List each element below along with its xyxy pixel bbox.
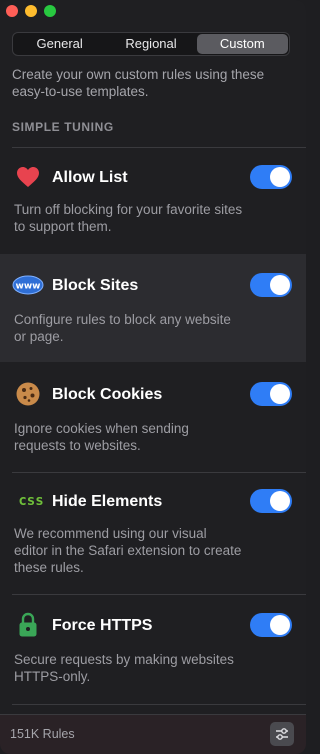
hide-elements-toggle[interactable] (250, 489, 292, 513)
heart-icon (14, 163, 42, 191)
divider (12, 704, 306, 705)
rule-description: Turn off blocking for your favorite site… (14, 202, 243, 234)
force-https-toggle[interactable] (250, 613, 292, 637)
rule-card-block-sites: www Block Sites Configure rules to block… (0, 254, 306, 362)
zoom-window-button[interactable] (44, 5, 56, 17)
minimize-window-button[interactable] (25, 5, 37, 17)
app-window: General Regional Custom Create your own … (0, 0, 306, 754)
rule-label: Block Sites (52, 277, 139, 294)
close-window-button[interactable] (6, 5, 18, 17)
rule-label: Block Cookies (52, 386, 163, 403)
css-icon: css (14, 487, 48, 515)
tab-general[interactable]: General (14, 34, 105, 54)
title-bar (0, 0, 306, 24)
section-title: SIMPLE TUNING (12, 120, 114, 134)
tab-custom[interactable]: Custom (196, 34, 288, 54)
lock-icon (14, 611, 42, 639)
rule-description: Secure requests by making websites HTTPS… (14, 652, 234, 684)
allow-list-toggle[interactable] (250, 165, 292, 189)
rule-card-force-https: Force HTTPS Secure requests by making we… (0, 595, 306, 695)
rule-card-block-cookies: Block Cookies Ignore cookies when sendin… (0, 364, 306, 472)
rule-label: Force HTTPS (52, 617, 153, 634)
rule-card-allow-list: Allow List Turn off blocking for your fa… (0, 148, 306, 252)
rule-count: 151K Rules (10, 727, 75, 741)
rule-description: Ignore cookies when sending requests to … (14, 421, 189, 453)
sliders-icon[interactable] (270, 722, 294, 746)
intro-text: Create your own custom rules using these… (12, 67, 265, 99)
rule-description: We recommend using our visual editor in … (14, 526, 242, 575)
rule-label: Hide Elements (52, 493, 163, 510)
tab-regional[interactable]: Regional (105, 34, 196, 54)
block-cookies-toggle[interactable] (250, 382, 292, 406)
tab-bar: General Regional Custom (12, 32, 290, 56)
rule-label: Allow List (52, 169, 128, 186)
www-icon-text: www (16, 282, 41, 292)
globe-www-icon: www (12, 271, 44, 299)
footer-bar: 151K Rules (0, 714, 306, 754)
css-icon-text: css (18, 493, 44, 509)
cookie-icon (14, 380, 42, 408)
rule-description: Configure rules to block any website or … (14, 312, 231, 344)
block-sites-toggle[interactable] (250, 273, 292, 297)
rule-card-hide-elements: css Hide Elements We recommend using our… (0, 473, 306, 593)
